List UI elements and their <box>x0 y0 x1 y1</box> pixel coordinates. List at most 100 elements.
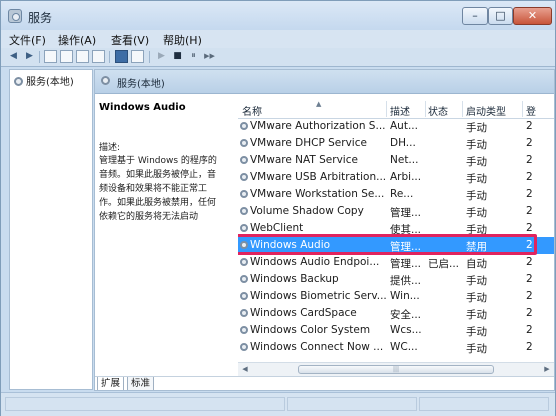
table-row[interactable]: VMware USB Arbitration... Arbi... 手动 2 <box>238 169 554 186</box>
table-row[interactable]: Volume Shadow Copy 管理... 手动 2 <box>238 203 554 220</box>
service-gear-icon <box>240 139 248 147</box>
properties-icon[interactable] <box>60 50 73 63</box>
service-gear-icon <box>240 173 248 181</box>
service-startup-type: 手动 <box>466 326 487 338</box>
help-icon[interactable] <box>115 50 128 63</box>
pause-icon[interactable]: ⏸ <box>187 50 200 63</box>
service-gear-icon <box>240 275 248 283</box>
service-logon: 2 <box>526 188 533 200</box>
service-name: Windows Biometric Serv... <box>250 290 386 302</box>
title-bar[interactable]: 服务 – □ ✕ <box>1 1 555 31</box>
refresh-icon[interactable] <box>76 50 89 63</box>
table-row[interactable]: Windows Backup 提供... 手动 2 <box>238 271 554 288</box>
service-gear-icon <box>14 77 23 86</box>
table-row[interactable]: VMware NAT Service Net... 手动 2 <box>238 152 554 169</box>
main-header: 服务(本地) <box>95 70 554 94</box>
services-window: 服务 – □ ✕ 文件(F) 操作(A) 查看(V) 帮助(H) ◀ ▶ ▶ ■… <box>0 0 556 416</box>
stop-icon[interactable]: ■ <box>171 50 184 63</box>
close-button[interactable]: ✕ <box>513 7 552 25</box>
service-name: Windows Audio <box>250 239 331 251</box>
service-startup-type: 手动 <box>466 122 487 134</box>
table-row[interactable]: Windows Biometric Serv... Win... 手动 2 <box>238 288 554 305</box>
forward-icon[interactable]: ▶ <box>23 50 36 63</box>
service-startup-type: 手动 <box>466 309 487 321</box>
column-divider[interactable] <box>522 101 523 117</box>
restart-icon[interactable]: ▶▶ <box>203 50 216 63</box>
table-row[interactable]: Windows Connect Now ... WC... 手动 2 <box>238 339 554 356</box>
scroll-right-icon[interactable]: ▶ <box>541 364 553 375</box>
service-gear-icon <box>240 326 248 334</box>
export-list-icon[interactable] <box>92 50 105 63</box>
detail-desc-line: 作。如果此服务被禁用，任何 <box>99 198 217 208</box>
service-description: Net... <box>390 154 419 166</box>
table-row[interactable]: Windows CardSpace 安全... 手动 2 <box>238 305 554 322</box>
back-icon[interactable]: ◀ <box>7 50 20 63</box>
tree-item-services-local[interactable]: 服务(本地) <box>14 73 74 88</box>
service-name: VMware Workstation Se... <box>250 188 385 200</box>
service-status: 已启... <box>428 258 458 270</box>
table-row-selected[interactable]: Windows Audio 管理... 禁用 2 <box>238 234 554 255</box>
scroll-left-icon[interactable]: ◀ <box>239 364 251 375</box>
horizontal-scrollbar[interactable]: ◀ ||| ▶ <box>238 362 554 376</box>
service-logon: 2 <box>526 239 533 251</box>
sort-arrow-icon: ▲ <box>316 100 322 108</box>
main-header-label: 服务(本地) <box>117 79 165 90</box>
column-header: 名称 ▲ 描述 状态 启动类型 登 <box>238 100 554 119</box>
main-panel: 服务(本地) Windows Audio 描述: 管理基于 Windows 的程… <box>94 69 555 391</box>
service-description: Wcs... <box>390 324 422 336</box>
column-divider[interactable] <box>462 101 463 117</box>
service-gear-icon <box>240 224 248 232</box>
service-startup-type: 自动 <box>466 258 487 270</box>
minimize-button[interactable]: – <box>462 7 488 25</box>
table-row[interactable]: VMware DHCP Service DH... 手动 2 <box>238 135 554 152</box>
service-name: VMware USB Arbitration... <box>250 171 386 183</box>
table-row[interactable]: Windows Color System Wcs... 手动 2 <box>238 322 554 339</box>
service-name: Volume Shadow Copy <box>250 205 364 217</box>
play-icon[interactable]: ▶ <box>155 50 168 63</box>
view-icon[interactable] <box>131 50 144 63</box>
service-name: Windows Connect Now ... <box>250 341 384 353</box>
service-gear-icon <box>240 292 248 300</box>
maximize-button[interactable]: □ <box>488 7 513 25</box>
table-row[interactable]: VMware Authorization S... Aut... 手动 2 <box>238 118 554 135</box>
console-tree-icon[interactable] <box>44 50 57 63</box>
column-logon[interactable]: 登 <box>526 103 536 118</box>
table-row[interactable]: Windows Audio Endpoi... 管理... 已启... 自动 2 <box>238 254 554 271</box>
status-segment <box>5 397 285 411</box>
service-gear-icon <box>101 76 110 85</box>
menu-view[interactable]: 查看(V) <box>111 32 149 48</box>
service-startup-type: 手动 <box>466 292 487 304</box>
service-logon: 2 <box>526 154 533 166</box>
table-row[interactable]: VMware Workstation Se... Re... 手动 2 <box>238 186 554 203</box>
toolbar-separator <box>39 51 40 63</box>
tab-standard[interactable]: 标准 <box>127 377 155 390</box>
menu-file[interactable]: 文件(F) <box>9 32 46 48</box>
column-divider[interactable] <box>425 101 426 117</box>
service-description: DH... <box>390 137 416 149</box>
scroll-thumb[interactable]: ||| <box>298 365 494 374</box>
toolbar-separator <box>149 51 150 63</box>
service-logon: 2 <box>526 290 533 302</box>
column-startup-type[interactable]: 启动类型 <box>466 103 506 118</box>
column-description[interactable]: 描述 <box>390 103 410 118</box>
service-startup-type: 手动 <box>466 139 487 151</box>
tab-extended[interactable]: 扩展 <box>97 377 125 390</box>
service-name: VMware Authorization S... <box>250 120 386 132</box>
service-description: WC... <box>390 341 418 353</box>
service-logon: 2 <box>526 307 533 319</box>
status-bar <box>1 392 555 416</box>
column-name[interactable]: 名称 <box>242 103 262 118</box>
menu-action[interactable]: 操作(A) <box>58 32 96 48</box>
service-startup-type: 手动 <box>466 207 487 219</box>
service-description: 管理... <box>390 258 422 270</box>
menu-help[interactable]: 帮助(H) <box>163 32 202 48</box>
service-startup-type: 手动 <box>466 173 487 185</box>
service-startup-type: 手动 <box>466 156 487 168</box>
services-list: VMware Authorization S... Aut... 手动 2 VMware… <box>238 118 554 362</box>
column-status[interactable]: 状态 <box>428 103 448 118</box>
app-icon <box>8 9 22 23</box>
column-divider[interactable] <box>386 101 387 117</box>
service-description: 管理... <box>390 207 422 219</box>
service-description: 安全... <box>390 309 422 321</box>
detail-desc-line: 管理基于 Windows 的程序的 <box>99 156 217 166</box>
